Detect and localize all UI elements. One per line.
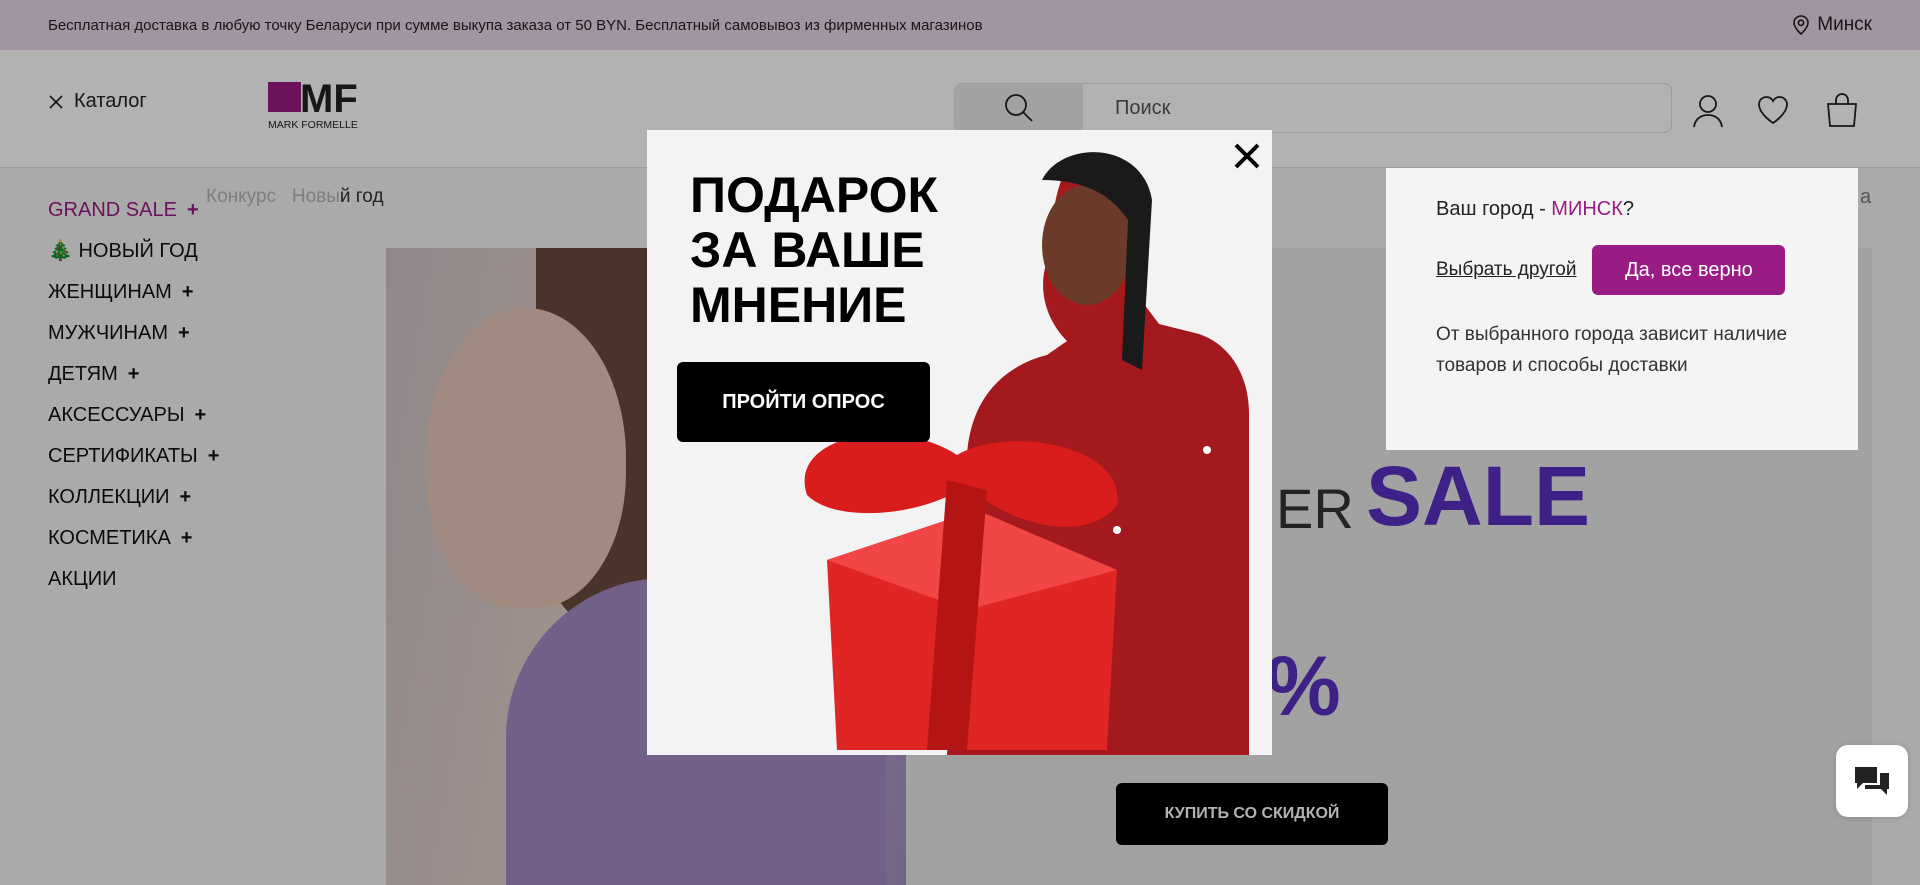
chat-bubbles-icon [1855, 767, 1889, 795]
header-cutoff-text: а [1860, 186, 1872, 208]
take-survey-button[interactable]: ПРОЙТИ ОПРОС [677, 362, 930, 442]
city-note: От выбранного города зависит наличие тов… [1436, 324, 1788, 376]
close-icon[interactable] [1231, 140, 1263, 172]
city-question-suffix: ? [1622, 198, 1634, 220]
survey-promo-modal: ПОДАРОК ЗА ВАШЕ МНЕНИЕ ПРОЙТИ ОПРОС [647, 130, 1272, 755]
promo-title: ПОДАРОК ЗА ВАШЕ МНЕНИЕ [690, 167, 938, 333]
city-question: Ваш город - МИНСК? [1436, 198, 1808, 221]
confirm-city-button[interactable]: Да, все верно [1592, 245, 1786, 295]
chat-widget-button[interactable] [1836, 745, 1908, 817]
city-question-prefix: Ваш город - [1436, 198, 1552, 220]
city-question-city: МИНСК [1551, 198, 1623, 220]
choose-other-city-link[interactable]: Выбрать другой [1436, 259, 1576, 281]
city-actions: Выбрать другой Да, все верно [1436, 245, 1808, 295]
city-confirm-popup: Ваш город - МИНСК? Выбрать другой Да, вс… [1386, 168, 1858, 450]
